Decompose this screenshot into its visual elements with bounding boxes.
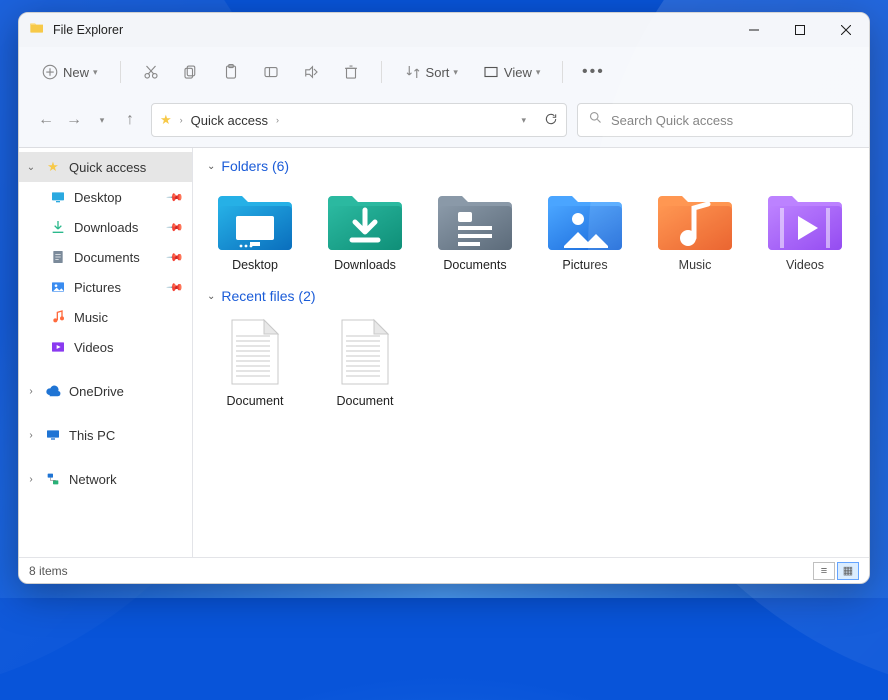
sidebar-item-videos[interactable]: Videos bbox=[19, 332, 192, 362]
recent-file-tile[interactable]: Document bbox=[313, 312, 417, 412]
folder-tile-music[interactable]: Music bbox=[643, 182, 747, 276]
folder-label: Desktop bbox=[232, 258, 278, 272]
chevron-right-icon: › bbox=[276, 115, 279, 125]
rename-button[interactable] bbox=[257, 58, 285, 86]
chevron-right-icon: › bbox=[25, 430, 37, 441]
music-icon bbox=[49, 308, 67, 326]
folder-label: Documents bbox=[443, 258, 506, 272]
document-icon bbox=[49, 248, 67, 266]
status-text: 8 items bbox=[29, 564, 68, 578]
chevron-down-icon: ⌄ bbox=[207, 161, 215, 172]
chevron-down-icon: ▾ bbox=[453, 67, 458, 78]
chevron-right-icon: › bbox=[25, 386, 37, 397]
sidebar-item-pictures[interactable]: Pictures 📌 bbox=[19, 272, 192, 302]
cut-button[interactable] bbox=[137, 58, 165, 86]
file-explorer-window: File Explorer New ▾ Sort ▾ View bbox=[18, 12, 870, 584]
sidebar-item-downloads[interactable]: Downloads 📌 bbox=[19, 212, 192, 242]
file-label: Document bbox=[227, 394, 284, 408]
chevron-down-icon: ▾ bbox=[93, 67, 98, 78]
pin-icon: 📌 bbox=[166, 218, 185, 237]
folder-label: Videos bbox=[786, 258, 824, 272]
folders-grid: Desktop Downloads Documents Pictures Mus… bbox=[203, 182, 859, 284]
pin-icon: 📌 bbox=[166, 188, 185, 207]
search-input[interactable] bbox=[611, 113, 842, 128]
close-button[interactable] bbox=[823, 13, 869, 47]
recent-section-header[interactable]: ⌄ Recent files (2) bbox=[203, 284, 859, 312]
address-dropdown-button[interactable]: ▾ bbox=[521, 115, 526, 126]
folder-label: Music bbox=[679, 258, 712, 272]
status-bar: 8 items ≡ ▦ bbox=[19, 557, 869, 583]
back-button[interactable]: ← bbox=[35, 107, 57, 133]
folders-section-header[interactable]: ⌄ Folders (6) bbox=[203, 154, 859, 182]
folder-label: Pictures bbox=[562, 258, 607, 272]
minimize-button[interactable] bbox=[731, 13, 777, 47]
chevron-right-icon: › bbox=[180, 115, 183, 125]
folder-tile-downloads[interactable]: Downloads bbox=[313, 182, 417, 276]
app-icon bbox=[29, 20, 45, 39]
search-box[interactable] bbox=[577, 103, 853, 137]
breadcrumb-quick-access[interactable]: Quick access bbox=[191, 113, 268, 128]
forward-button[interactable]: → bbox=[63, 107, 85, 133]
more-button[interactable]: ••• bbox=[579, 58, 607, 86]
ribbon-toolbar: New ▾ Sort ▾ View ▾ ••• bbox=[19, 47, 869, 97]
star-icon: ★ bbox=[160, 112, 172, 128]
download-icon bbox=[49, 218, 67, 236]
refresh-button[interactable] bbox=[544, 112, 558, 129]
pin-icon: 📌 bbox=[166, 278, 185, 297]
folder-label: Downloads bbox=[334, 258, 396, 272]
monitor-icon bbox=[44, 426, 62, 444]
new-button[interactable]: New ▾ bbox=[35, 59, 104, 85]
window-title: File Explorer bbox=[53, 23, 123, 37]
folder-tile-documents[interactable]: Documents bbox=[423, 182, 527, 276]
file-label: Document bbox=[337, 394, 394, 408]
desktop-icon bbox=[49, 188, 67, 206]
pin-icon: 📌 bbox=[166, 248, 185, 267]
star-icon: ★ bbox=[44, 158, 62, 176]
quick-access-children: Desktop 📌 Downloads 📌 Documents 📌 Pictur… bbox=[19, 182, 192, 362]
nav-sidebar: ⌄ ★ Quick access Desktop 📌 Downloads 📌 D bbox=[19, 148, 193, 557]
up-button[interactable]: ↑ bbox=[119, 107, 141, 133]
video-icon bbox=[49, 338, 67, 356]
content-pane: ⌄ Folders (6) Desktop Downloads Document… bbox=[193, 148, 869, 557]
sidebar-item-documents[interactable]: Documents 📌 bbox=[19, 242, 192, 272]
sort-button[interactable]: Sort ▾ bbox=[398, 59, 464, 85]
folder-tile-desktop[interactable]: Desktop bbox=[203, 182, 307, 276]
sidebar-item-music[interactable]: Music bbox=[19, 302, 192, 332]
network-icon bbox=[44, 470, 62, 488]
recent-dropdown[interactable]: ▾ bbox=[91, 107, 113, 133]
address-bar[interactable]: ★ › Quick access › ▾ bbox=[151, 103, 567, 137]
folder-tile-videos[interactable]: Videos bbox=[753, 182, 857, 276]
recent-grid: Document Document bbox=[203, 312, 859, 420]
share-button[interactable] bbox=[297, 58, 325, 86]
sidebar-item-quick-access[interactable]: ⌄ ★ Quick access bbox=[19, 152, 192, 182]
recent-file-tile[interactable]: Document bbox=[203, 312, 307, 412]
chevron-down-icon: ⌄ bbox=[25, 162, 37, 173]
title-bar: File Explorer bbox=[19, 13, 869, 47]
picture-icon bbox=[49, 278, 67, 296]
view-details-button[interactable]: ≡ bbox=[813, 562, 835, 580]
paste-button[interactable] bbox=[217, 58, 245, 86]
sidebar-item-this-pc[interactable]: › This PC bbox=[19, 420, 192, 450]
sidebar-item-onedrive[interactable]: › OneDrive bbox=[19, 376, 192, 406]
chevron-down-icon: ▾ bbox=[536, 67, 541, 78]
search-icon bbox=[588, 110, 603, 130]
view-icons-button[interactable]: ▦ bbox=[837, 562, 859, 580]
chevron-down-icon: ⌄ bbox=[207, 291, 215, 302]
cloud-icon bbox=[44, 382, 62, 400]
addressbar-row: ← → ▾ ↑ ★ › Quick access › ▾ bbox=[19, 97, 869, 148]
delete-button[interactable] bbox=[337, 58, 365, 86]
maximize-button[interactable] bbox=[777, 13, 823, 47]
copy-button[interactable] bbox=[177, 58, 205, 86]
chevron-right-icon: › bbox=[25, 474, 37, 485]
sidebar-item-desktop[interactable]: Desktop 📌 bbox=[19, 182, 192, 212]
folder-tile-pictures[interactable]: Pictures bbox=[533, 182, 637, 276]
sidebar-item-network[interactable]: › Network bbox=[19, 464, 192, 494]
view-button[interactable]: View ▾ bbox=[476, 59, 546, 85]
